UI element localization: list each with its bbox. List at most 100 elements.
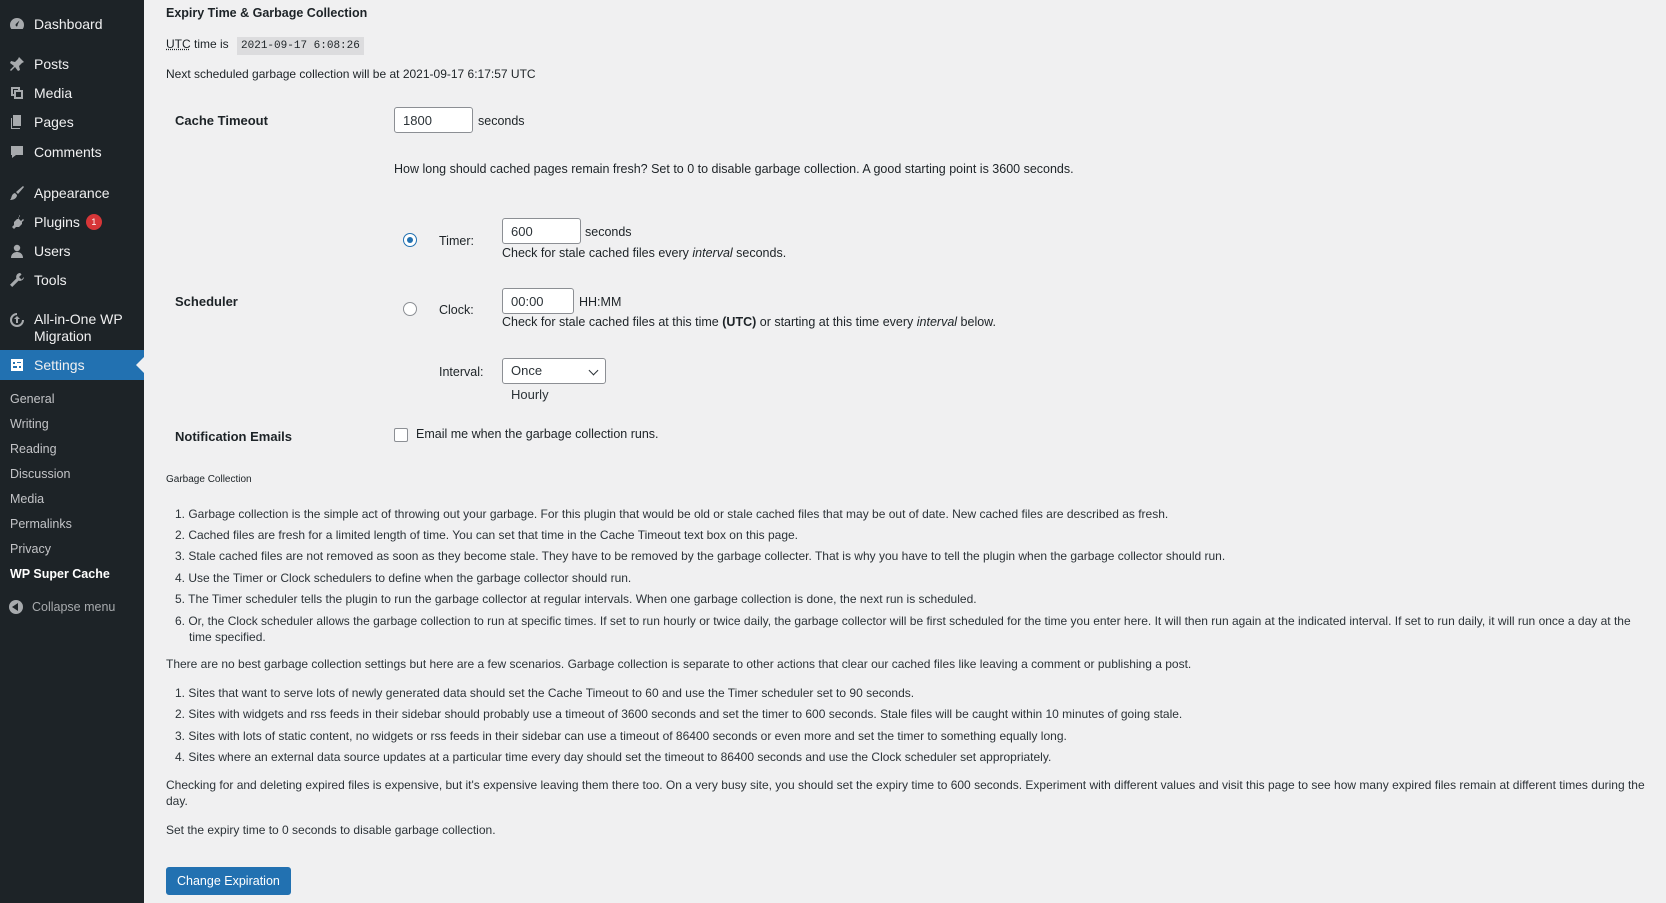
next-gc-line: Next scheduled garbage collection will b…	[166, 67, 536, 81]
interval-label: Interval:	[439, 365, 484, 379]
clock-help-text-end: below.	[960, 315, 996, 329]
menu-settings[interactable]: Settings	[0, 350, 144, 380]
comments-icon	[8, 143, 26, 161]
clock-help: Check for stale cached files at this tim…	[502, 315, 996, 329]
migration-icon	[8, 311, 26, 329]
timer-help-text: Check for stale cached files every	[502, 246, 689, 260]
gc-list-item: 6. Or, the Clock scheduler allows the ga…	[175, 614, 1631, 628]
timer-label: Timer:	[439, 234, 474, 248]
menu-users[interactable]: Users	[0, 242, 144, 260]
timer-radio[interactable]	[403, 233, 417, 247]
gc-list-item: 5. The Timer scheduler tells the plugin …	[175, 592, 977, 606]
gc-list-item: 2. Cached files are fresh for a limited …	[175, 528, 799, 542]
scheduler-label: Scheduler	[175, 294, 238, 309]
submenu-general[interactable]: General	[10, 392, 54, 406]
menu-all-in-one-wp-migration[interactable]: All-in-One WP Migration	[0, 311, 144, 345]
timer-help-text-end: seconds.	[736, 246, 787, 260]
submenu-writing[interactable]: Writing	[10, 417, 49, 431]
scenario-item: 2. Sites with widgets and rss feeds in t…	[175, 707, 1183, 721]
utc-time-line: UTC time is 2021-09-17 6:08:26	[166, 37, 364, 55]
interval-selected-value: Once Hourly	[511, 363, 549, 402]
menu-dashboard[interactable]: Dashboard	[0, 15, 144, 33]
plugin-icon	[8, 213, 26, 231]
interval-select[interactable]: Once Hourly	[502, 358, 606, 402]
submenu-media[interactable]: Media	[10, 492, 44, 506]
scenario-item: 1. Sites that want to serve lots of newl…	[175, 686, 915, 700]
submenu-discussion[interactable]: Discussion	[10, 467, 70, 481]
main-content: Expiry Time & Garbage Collection UTC tim…	[144, 0, 1666, 903]
notification-email-checkbox-label[interactable]: Email me when the garbage collection run…	[416, 427, 659, 441]
menu-plugins[interactable]: Plugins 1	[0, 213, 144, 231]
disable-note: Set the expiry time to 0 seconds to disa…	[166, 823, 496, 837]
collapse-menu-label: Collapse menu	[32, 600, 116, 614]
change-expiration-button[interactable]: Change Expiration	[166, 867, 291, 895]
menu-pages[interactable]: Pages	[0, 113, 144, 131]
menu-label: Users	[34, 242, 71, 259]
gc-list-item-continued: time specified.	[189, 630, 266, 644]
timer-seconds-input[interactable]	[502, 218, 581, 244]
menu-label: Pages	[34, 113, 74, 130]
menu-appearance[interactable]: Appearance	[0, 184, 144, 202]
cache-timeout-label: Cache Timeout	[175, 113, 268, 128]
menu-comments[interactable]: Comments	[0, 143, 144, 161]
gc-heading: Garbage Collection	[166, 474, 252, 485]
scenario-item: 3. Sites with lots of static content, no…	[175, 729, 1067, 743]
pin-icon	[8, 55, 26, 73]
submenu-permalinks[interactable]: Permalinks	[10, 517, 72, 531]
chevron-down-icon	[588, 365, 599, 376]
gc-list-item: 3. Stale cached files are not removed as…	[175, 549, 1226, 563]
dashboard-icon	[8, 15, 26, 33]
media-icon	[8, 84, 26, 102]
timer-unit: seconds	[585, 225, 632, 239]
clock-help-em: interval	[916, 315, 958, 329]
clock-unit: HH:MM	[579, 295, 622, 309]
admin-sidebar: Dashboard Posts Media Pages Comments App…	[0, 0, 144, 903]
menu-tools[interactable]: Tools	[0, 271, 144, 289]
next-gc-time: 2021-09-17 6:17:57 UTC	[402, 67, 536, 81]
clock-radio[interactable]	[403, 302, 417, 316]
clock-help-text: Check for stale cached files at this tim…	[502, 315, 719, 329]
gc-list-item: 4. Use the Timer or Clock schedulers to …	[175, 571, 632, 585]
collapse-arrow-icon	[9, 600, 23, 614]
menu-label: All-in-One WP	[34, 311, 123, 327]
clock-time-input[interactable]	[502, 288, 574, 314]
notification-emails-label: Notification Emails	[175, 429, 293, 444]
gc-list-item: 1. Garbage collection is the simple act …	[175, 507, 1169, 521]
menu-label-line2: Migration	[34, 328, 92, 344]
checking-paragraph: Checking for and deleting expired files …	[166, 778, 1645, 792]
utc-time-value: 2021-09-17 6:08:26	[237, 37, 364, 55]
menu-label: Settings	[34, 356, 85, 373]
cache-timeout-unit: seconds	[478, 114, 525, 128]
brush-icon	[8, 184, 26, 202]
users-icon	[8, 242, 26, 260]
wrench-icon	[8, 271, 26, 289]
menu-label: Appearance	[34, 184, 110, 201]
menu-label: Tools	[34, 271, 67, 288]
pages-icon	[8, 113, 26, 131]
utc-abbr: UTC	[166, 37, 191, 51]
submenu-reading[interactable]: Reading	[10, 442, 57, 456]
cache-timeout-input[interactable]	[394, 107, 473, 133]
menu-label: Dashboard	[34, 15, 103, 32]
cache-timeout-help: How long should cached pages remain fres…	[394, 162, 1074, 176]
collapse-menu-button[interactable]: Collapse menu	[0, 600, 115, 614]
next-gc-text: Next scheduled garbage collection will b…	[166, 67, 400, 81]
settings-icon	[8, 356, 26, 374]
timer-help-em: interval	[692, 246, 733, 260]
menu-label: Media	[34, 84, 73, 101]
update-count-badge: 1	[85, 214, 102, 230]
utc-text: time is	[194, 37, 229, 51]
scenarios-intro: There are no best garbage collection set…	[166, 657, 1192, 671]
submenu-wp-super-cache[interactable]: WP Super Cache	[10, 567, 110, 581]
menu-label: Plugins	[34, 213, 80, 230]
menu-posts[interactable]: Posts	[0, 55, 144, 73]
menu-label: Posts	[34, 55, 70, 72]
submenu-privacy[interactable]: Privacy	[10, 542, 51, 556]
menu-media[interactable]: Media	[0, 84, 144, 102]
scenario-item: 4. Sites where an external data source u…	[175, 750, 1052, 764]
notification-email-checkbox[interactable]	[394, 428, 408, 442]
clock-label: Clock:	[439, 303, 474, 317]
checking-paragraph-continued: day.	[166, 794, 188, 808]
current-menu-arrow	[136, 357, 144, 373]
clock-help-text-mid: or starting at this time every	[759, 315, 914, 329]
